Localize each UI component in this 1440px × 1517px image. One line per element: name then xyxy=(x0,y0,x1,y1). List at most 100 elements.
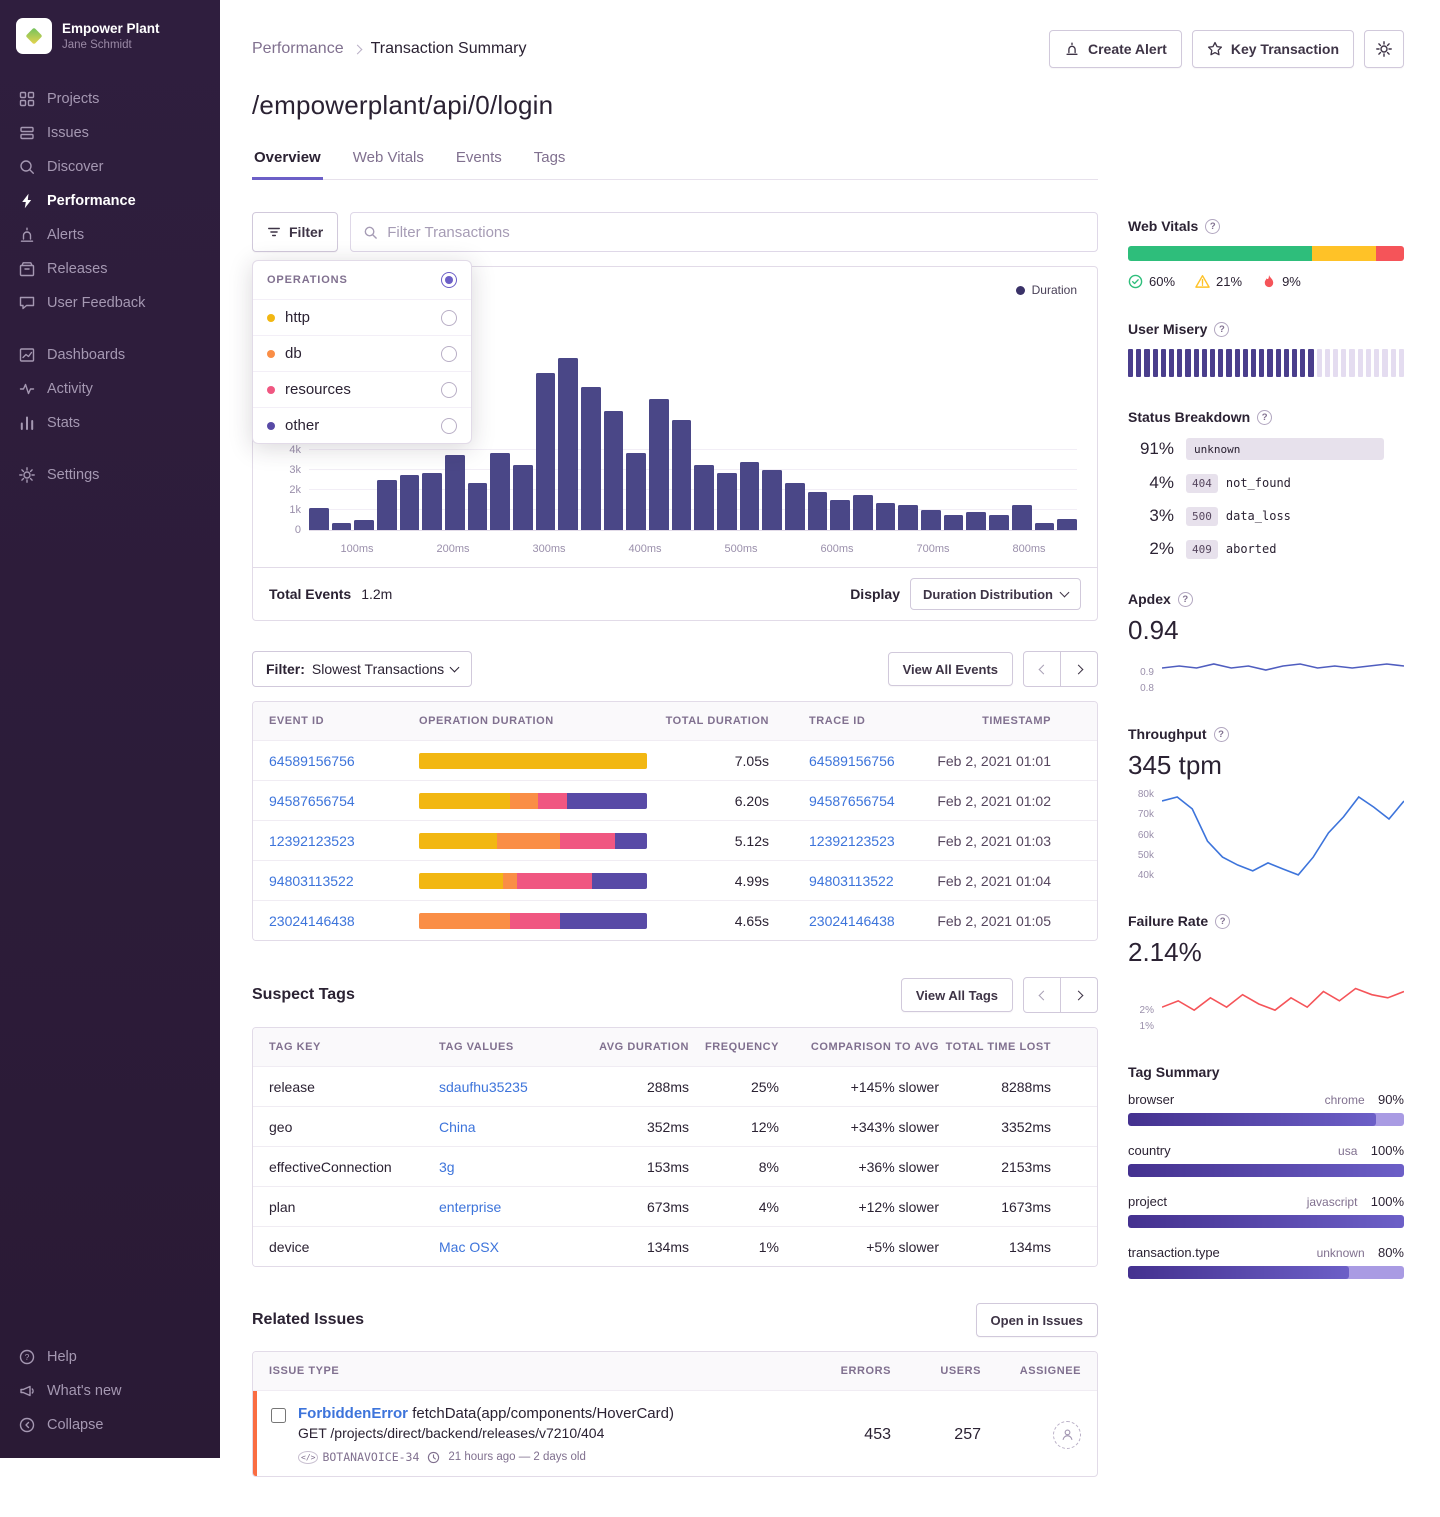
tab-overview[interactable]: Overview xyxy=(252,139,323,180)
trace-id-link[interactable]: 64589156756 xyxy=(809,753,895,769)
apdex-sparkline[interactable] xyxy=(1162,654,1404,694)
histogram-bar[interactable] xyxy=(536,373,556,530)
create-alert-button[interactable]: Create Alert xyxy=(1049,30,1182,68)
throughput-sparkline[interactable] xyxy=(1162,789,1404,881)
tag-value-link[interactable]: 3g xyxy=(439,1159,455,1175)
trace-id-link[interactable]: 94803113522 xyxy=(809,873,894,889)
sidebar-item-activity[interactable]: Activity xyxy=(0,372,220,406)
next-page-button[interactable] xyxy=(1060,651,1098,687)
tab-tags[interactable]: Tags xyxy=(532,139,568,180)
help-icon[interactable] xyxy=(1178,592,1193,607)
events-filter-select[interactable]: Filter: Slowest Transactions xyxy=(252,651,472,687)
histogram-bar[interactable] xyxy=(966,512,986,530)
event-id-link[interactable]: 64589156756 xyxy=(269,753,355,769)
filter-button[interactable]: Filter xyxy=(252,212,338,252)
issue-checkbox[interactable] xyxy=(271,1408,286,1423)
histogram-bar[interactable] xyxy=(762,470,782,530)
next-page-button[interactable] xyxy=(1060,977,1098,1013)
histogram-bar[interactable] xyxy=(740,462,760,530)
sidebar-item-collapse[interactable]: Collapse xyxy=(0,1408,220,1442)
histogram-bar[interactable] xyxy=(626,453,646,530)
histogram-bar[interactable] xyxy=(332,523,352,530)
histogram-bar[interactable] xyxy=(921,510,941,530)
sidebar-item-whats-new[interactable]: What's new xyxy=(0,1374,220,1408)
event-id-link[interactable]: 94803113522 xyxy=(269,873,354,889)
operations-dropdown-header[interactable]: OPERATIONS xyxy=(253,261,471,299)
chart-legend[interactable]: Duration xyxy=(1016,283,1077,297)
help-icon[interactable] xyxy=(1214,727,1229,742)
histogram-bar[interactable] xyxy=(1012,505,1032,530)
sidebar-item-releases[interactable]: Releases xyxy=(0,252,220,286)
sidebar-item-performance[interactable]: Performance xyxy=(0,184,220,218)
sidebar-item-projects[interactable]: Projects xyxy=(0,82,220,116)
help-icon[interactable] xyxy=(1205,219,1220,234)
histogram-bar[interactable] xyxy=(853,495,873,530)
histogram-bar[interactable] xyxy=(717,473,737,530)
issue-type-link[interactable]: ForbiddenError xyxy=(298,1405,408,1422)
radio-icon[interactable] xyxy=(441,310,457,326)
radio-icon[interactable] xyxy=(441,418,457,434)
histogram-bar[interactable] xyxy=(1057,519,1077,530)
histogram-bar[interactable] xyxy=(830,500,850,530)
tag-summary-bar[interactable] xyxy=(1128,1266,1404,1279)
tag-value-link[interactable]: enterprise xyxy=(439,1199,501,1215)
histogram-bar[interactable] xyxy=(558,358,578,530)
sidebar-item-stats[interactable]: Stats xyxy=(0,406,220,440)
breadcrumb-performance[interactable]: Performance xyxy=(252,40,344,58)
histogram-bar[interactable] xyxy=(445,455,465,530)
histogram-bar[interactable] xyxy=(989,515,1009,530)
histogram-bar[interactable] xyxy=(354,520,374,530)
tag-summary-bar[interactable] xyxy=(1128,1164,1404,1177)
tag-summary-bar[interactable] xyxy=(1128,1215,1404,1228)
help-icon[interactable] xyxy=(1257,410,1272,425)
histogram-bar[interactable] xyxy=(513,465,533,530)
view-all-tags-button[interactable]: View All Tags xyxy=(901,978,1013,1012)
settings-button[interactable] xyxy=(1364,30,1404,68)
prev-page-button[interactable] xyxy=(1023,651,1061,687)
tab-events[interactable]: Events xyxy=(454,139,504,180)
histogram-bar[interactable] xyxy=(876,503,896,530)
histogram-bar[interactable] xyxy=(694,465,714,530)
trace-id-link[interactable]: 94587656754 xyxy=(809,793,895,809)
histogram-bar[interactable] xyxy=(422,473,442,530)
trace-id-link[interactable]: 23024146438 xyxy=(809,913,895,929)
histogram-bar[interactable] xyxy=(785,483,805,530)
operation-option[interactable]: resources xyxy=(253,371,471,407)
event-id-link[interactable]: 12392123523 xyxy=(269,833,355,849)
histogram-bar[interactable] xyxy=(490,453,510,530)
histogram-bar[interactable] xyxy=(604,411,624,530)
histogram-bar[interactable] xyxy=(400,475,420,530)
tag-value-link[interactable]: Mac OSX xyxy=(439,1239,499,1255)
org-switcher[interactable]: Empower Plant Jane Schmidt xyxy=(0,0,220,64)
sidebar-item-user-feedback[interactable]: User Feedback xyxy=(0,286,220,320)
sidebar-item-dashboards[interactable]: Dashboards xyxy=(0,338,220,372)
operation-option[interactable]: db xyxy=(253,335,471,371)
radio-icon[interactable] xyxy=(441,346,457,362)
assignee-button[interactable] xyxy=(1053,1421,1081,1449)
display-select[interactable]: Duration Distribution xyxy=(910,578,1081,610)
histogram-bar[interactable] xyxy=(898,505,918,530)
search-input[interactable] xyxy=(387,224,1085,241)
sidebar-item-discover[interactable]: Discover xyxy=(0,150,220,184)
histogram-bar[interactable] xyxy=(649,399,669,530)
operation-option[interactable]: other xyxy=(253,407,471,443)
view-all-events-button[interactable]: View All Events xyxy=(888,652,1013,686)
trace-id-link[interactable]: 12392123523 xyxy=(809,833,895,849)
failure-rate-sparkline[interactable] xyxy=(1162,976,1404,1032)
histogram-bar[interactable] xyxy=(309,508,329,530)
histogram-bar[interactable] xyxy=(377,480,397,530)
histogram-bar[interactable] xyxy=(672,420,692,530)
histogram-bar[interactable] xyxy=(581,387,601,530)
histogram-bar[interactable] xyxy=(468,483,488,530)
help-icon[interactable] xyxy=(1214,322,1229,337)
histogram-bar[interactable] xyxy=(1035,523,1055,530)
sidebar-item-issues[interactable]: Issues xyxy=(0,116,220,150)
tag-value-link[interactable]: sdaufhu35235 xyxy=(439,1079,528,1095)
sidebar-item-alerts[interactable]: Alerts xyxy=(0,218,220,252)
event-id-link[interactable]: 94587656754 xyxy=(269,793,355,809)
event-id-link[interactable]: 23024146438 xyxy=(269,913,355,929)
radio-selected-icon[interactable] xyxy=(441,272,457,288)
sidebar-item-settings[interactable]: Settings xyxy=(0,458,220,492)
key-transaction-button[interactable]: Key Transaction xyxy=(1192,30,1354,68)
histogram-bar[interactable] xyxy=(944,515,964,530)
